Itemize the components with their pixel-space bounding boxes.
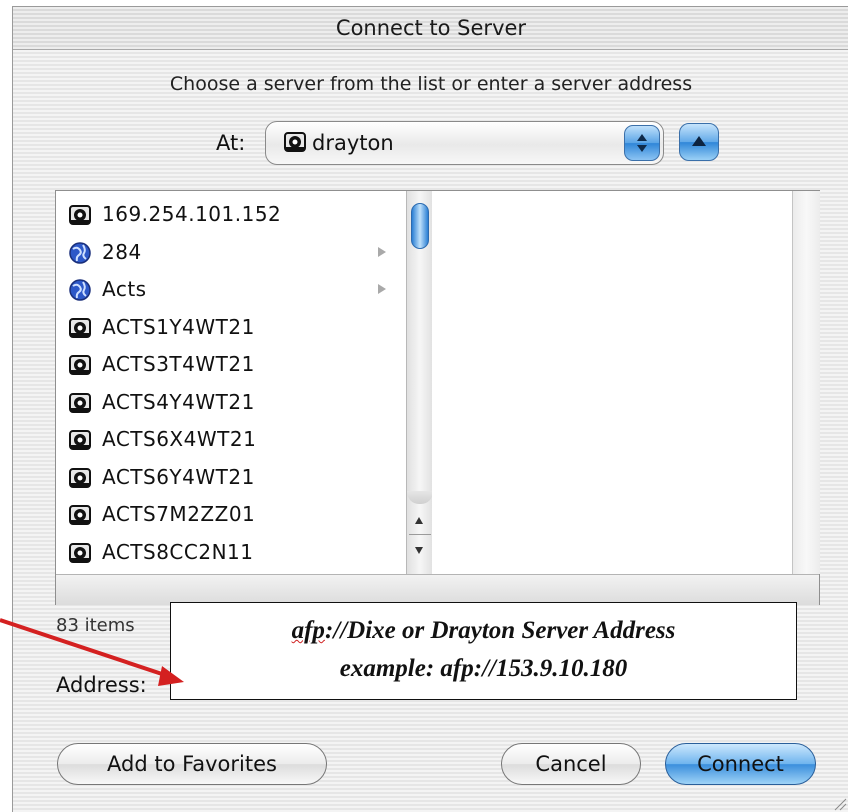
server-list-item[interactable]: Acts <box>56 271 406 308</box>
address-field-line1: afp://Dixe or Drayton Server Address <box>171 617 796 645</box>
window-title: Connect to Server <box>335 16 527 40</box>
server-list-item[interactable]: ACTS6Y4WT21 <box>56 459 406 496</box>
cancel-button[interactable]: Cancel <box>501 743 641 785</box>
disclosure-arrow-icon <box>378 246 386 257</box>
window-titlebar[interactable]: Connect to Server <box>13 7 848 50</box>
server-icon <box>68 466 92 494</box>
scroll-arrow-divider <box>409 534 431 535</box>
server-icon <box>283 130 307 158</box>
server-list-item-label: ACTS3T4WT21 <box>102 352 255 376</box>
address-field-line1-rest: ://Dixe or Drayton Server Address <box>324 617 676 644</box>
instruction-text: Choose a server from the list or enter a… <box>169 73 693 95</box>
network-globe-icon <box>68 241 92 269</box>
connect-button[interactable]: Connect <box>665 743 816 785</box>
location-popup-value: drayton <box>312 131 394 155</box>
server-icon <box>68 503 92 531</box>
server-list-column: 169.254.101.152 284 Acts ACTS1Y4WT21 ACTS3T4… <box>56 191 406 574</box>
server-list-item-label: 169.254.101.152 <box>102 202 282 226</box>
server-list-item[interactable]: ACTS4Y4WT21 <box>56 384 406 421</box>
server-list-item-label: ACTS6Y4WT21 <box>102 464 255 489</box>
scrollbar-track-end <box>407 491 433 504</box>
server-icon <box>68 203 92 231</box>
server-icon <box>68 391 92 419</box>
server-list-item[interactable]: 169.254.101.152 <box>56 196 406 233</box>
add-to-favorites-button[interactable]: Add to Favorites <box>57 743 327 785</box>
server-browser: 169.254.101.152 284 Acts ACTS1Y4WT21 ACTS3T4… <box>55 190 820 605</box>
at-label: At: <box>216 131 246 155</box>
server-list-item[interactable]: ACTS7M2ZZ01 <box>56 496 406 533</box>
server-list-item-label: 284 <box>102 239 142 264</box>
location-popup[interactable]: drayton <box>265 121 664 165</box>
item-count: 83 items <box>56 615 135 636</box>
server-icon <box>68 428 92 456</box>
server-list-item[interactable]: ACTS1Y4WT21 <box>56 309 406 346</box>
horizontal-scrollbar[interactable] <box>56 574 819 605</box>
scroll-down-arrow-icon[interactable] <box>415 547 423 554</box>
server-list-item-label: ACTS7M2ZZ01 <box>102 502 256 526</box>
network-globe-icon <box>68 278 92 306</box>
server-list-item[interactable]: 284 <box>56 234 406 271</box>
server-icon <box>68 316 92 344</box>
address-field-line1-prefix: afp <box>291 617 325 644</box>
server-list-item-label: ACTS8CC2N11 <box>102 539 254 564</box>
detail-column <box>432 191 792 574</box>
parent-folder-button[interactable] <box>679 123 719 161</box>
server-list-item-label: ACTS4Y4WT21 <box>102 389 255 414</box>
server-list-item[interactable]: ACTS8CC2N11 <box>56 534 406 571</box>
up-arrow-icon <box>692 136 706 146</box>
address-field-line2: example: afp://153.9.10.180 <box>339 655 628 682</box>
address-label: Address: <box>56 673 147 697</box>
server-list-item-label: Acts <box>102 277 147 301</box>
disclosure-arrow-icon <box>378 284 386 294</box>
server-icon <box>68 353 92 381</box>
server-list-item[interactable]: ACTS3T4WT21 <box>56 346 406 383</box>
scroll-up-arrow-icon[interactable] <box>415 517 423 524</box>
detail-column-scrollbar[interactable] <box>792 191 820 574</box>
server-list-item-label: ACTS1Y4WT21 <box>102 314 255 339</box>
server-list-item-label: ACTS6X4WT21 <box>102 427 257 451</box>
popup-stepper-icon <box>624 125 660 161</box>
server-icon <box>68 541 92 569</box>
server-list-scrollbar[interactable] <box>406 191 434 574</box>
scrollbar-thumb[interactable] <box>411 203 429 249</box>
resize-grip-icon[interactable] <box>831 797 847 811</box>
server-list-item[interactable]: ACTS6X4WT21 <box>56 421 406 458</box>
address-field[interactable]: afp://Dixe or Drayton Server Address exa… <box>170 602 797 700</box>
